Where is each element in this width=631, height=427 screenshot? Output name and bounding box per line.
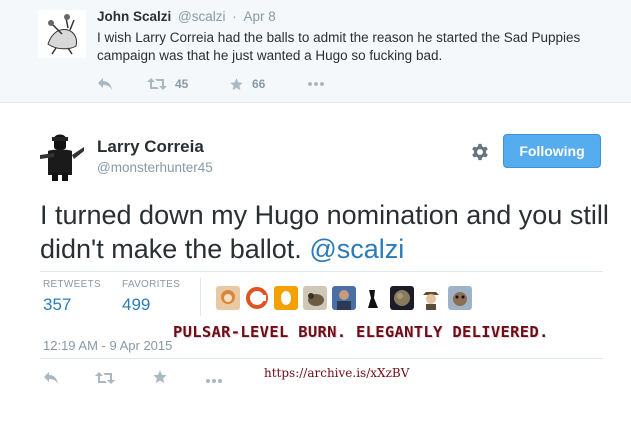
correia-avatar[interactable] bbox=[38, 129, 86, 181]
retweet-button[interactable]: 45 bbox=[147, 75, 188, 93]
reply-icon bbox=[44, 372, 58, 384]
settings-gear-icon[interactable] bbox=[469, 141, 491, 163]
favoriter-avatar[interactable] bbox=[361, 286, 385, 310]
favoriter-avatar[interactable] bbox=[274, 286, 298, 310]
actions-top-divider bbox=[40, 358, 603, 359]
more-icon bbox=[206, 379, 222, 383]
favoriter-avatar[interactable] bbox=[216, 286, 240, 310]
retweet-icon bbox=[95, 372, 115, 384]
main-favorite-button[interactable] bbox=[152, 368, 168, 386]
reply-action-bar: 45 66 bbox=[97, 75, 517, 93]
retweets-stat[interactable]: RETWEETS 357 bbox=[43, 279, 101, 315]
reply-tweet-text: I wish Larry Correia had the balls to ad… bbox=[97, 30, 581, 63]
overlay-caption: Pulsar-level burn. Elegantly delivered. bbox=[173, 323, 549, 341]
author-name[interactable]: Larry Correia bbox=[97, 137, 204, 157]
favorite-button[interactable]: 66 bbox=[229, 75, 265, 93]
reply-separator: · bbox=[232, 9, 237, 24]
following-button[interactable]: Following bbox=[503, 134, 601, 168]
reply-author-name[interactable]: John Scalzi bbox=[97, 9, 171, 24]
favoriter-avatar[interactable] bbox=[419, 286, 443, 310]
retweets-value: 357 bbox=[43, 295, 72, 314]
author-handle[interactable]: @monsterhunter45 bbox=[97, 160, 213, 175]
more-button[interactable] bbox=[307, 75, 325, 93]
retweet-icon bbox=[147, 78, 167, 90]
favorite-icon bbox=[230, 77, 243, 90]
scalzi-avatar[interactable] bbox=[38, 10, 86, 58]
favorites-value: 499 bbox=[122, 295, 151, 314]
favorite-icon bbox=[153, 370, 167, 383]
favoriter-avatar[interactable] bbox=[332, 286, 356, 310]
favoriters-avatar-row bbox=[216, 286, 477, 310]
reply-author-handle[interactable]: @scalzi bbox=[178, 9, 225, 24]
favorite-count: 66 bbox=[252, 77, 266, 91]
favorites-label: FAVORITES bbox=[122, 279, 181, 290]
favoriter-avatar[interactable] bbox=[245, 286, 269, 310]
retweets-label: RETWEETS bbox=[43, 279, 101, 290]
tweet-text: I turned down my Hugo nomination and you… bbox=[40, 198, 610, 266]
favoriter-avatar[interactable] bbox=[448, 286, 472, 310]
main-reply-button[interactable] bbox=[43, 369, 59, 387]
stats-separator bbox=[200, 278, 201, 316]
favoriter-avatar[interactable] bbox=[390, 286, 414, 310]
reply-tweet[interactable]: John Scalzi @scalzi · Apr 8 I wish Larry… bbox=[0, 0, 631, 103]
reply-header: John Scalzi @scalzi · Apr 8 bbox=[97, 9, 276, 24]
mention-link[interactable]: @scalzi bbox=[309, 234, 404, 264]
favorites-stat[interactable]: FAVORITES 499 bbox=[122, 279, 180, 315]
tweet-timestamp[interactable]: 12:19 AM - 9 Apr 2015 bbox=[43, 338, 172, 353]
reply-date[interactable]: Apr 8 bbox=[244, 9, 276, 24]
favoriter-avatar[interactable] bbox=[303, 286, 327, 310]
main-more-button[interactable] bbox=[205, 372, 223, 390]
reply-button[interactable] bbox=[97, 75, 113, 93]
reply-icon bbox=[98, 78, 112, 90]
archive-link[interactable]: https://archive.is/xXzBV bbox=[264, 366, 409, 380]
stats-top-divider bbox=[40, 271, 603, 272]
retweet-count: 45 bbox=[175, 77, 189, 91]
more-icon bbox=[308, 82, 324, 86]
main-retweet-button[interactable] bbox=[95, 369, 115, 387]
